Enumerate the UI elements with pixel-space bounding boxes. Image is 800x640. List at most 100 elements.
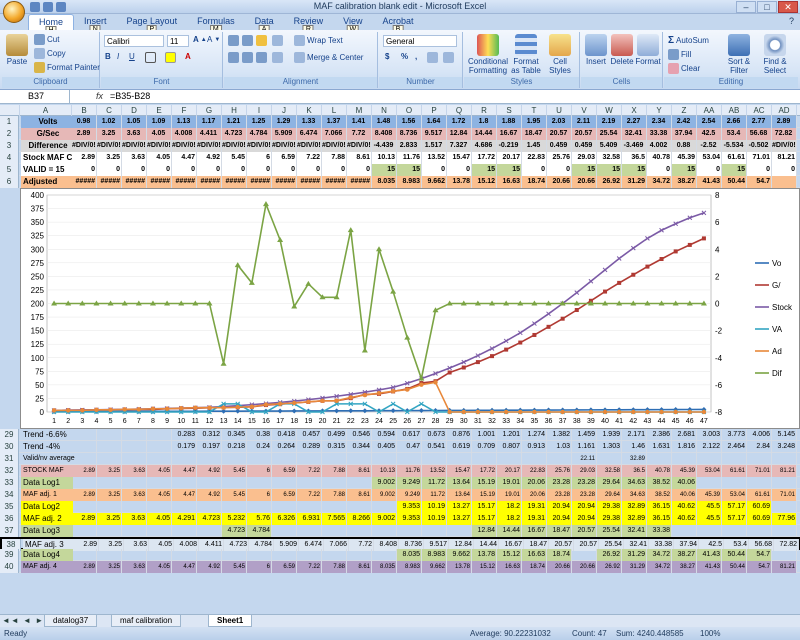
cell[interactable] [147,501,172,513]
row-number[interactable]: 5 [0,164,19,176]
cell[interactable] [422,525,447,537]
row-label-cell[interactable]: Trend -4% [21,441,73,453]
column-header[interactable]: N [372,105,397,116]
cell[interactable] [672,525,697,537]
cell[interactable] [72,501,97,513]
column-header[interactable]: Q [447,105,472,116]
cell[interactable]: 54.7 [747,561,772,573]
column-header[interactable]: S [497,105,522,116]
cell[interactable]: 0.24 [247,441,272,453]
cell[interactable]: 4.92 [197,465,222,477]
orientation-button[interactable] [272,35,283,46]
cell[interactable]: 3.25 [97,128,122,140]
row-number[interactable]: 39 [0,549,19,561]
cell[interactable] [147,429,172,441]
cell[interactable]: 14.44 [497,525,522,537]
cell[interactable]: 0.673 [422,429,447,441]
cell[interactable]: 0 [422,164,447,176]
cell[interactable]: 4.47 [172,152,197,164]
cell[interactable]: 29.64 [597,489,622,501]
sheet-tab[interactable]: Sheet1 [208,615,253,627]
cell[interactable] [72,477,97,489]
cell[interactable]: 0 [322,164,347,176]
cell[interactable]: 40.06 [672,477,697,489]
cell[interactable]: 1.8 [472,116,497,128]
cell[interactable] [72,453,97,465]
cell[interactable]: 13.27 [447,501,472,513]
paste-button[interactable]: Paste [4,34,30,66]
cell[interactable]: 1.46 [622,441,647,453]
cell[interactable]: 0.541 [422,441,447,453]
cell[interactable]: 8.983 [397,561,422,573]
cell[interactable]: 16.63 [497,176,522,188]
column-header[interactable]: W [597,105,622,116]
indent-button[interactable] [272,52,283,63]
cell[interactable] [172,501,197,513]
cell[interactable]: 20.57 [572,525,597,537]
cell[interactable]: 15.17 [472,501,497,513]
cell[interactable]: 50.44 [722,561,747,573]
cell[interactable]: 13.78 [472,549,497,561]
sheet-row[interactable]: 1 Volts 0.98 1.02 1.05 1.09 1.13 1.17 1.21 1.25 1.… [0,116,800,128]
cell[interactable] [172,525,197,537]
cell[interactable] [222,501,247,513]
cell[interactable]: 6.474 [297,128,322,140]
cell[interactable]: 3.63 [122,152,147,164]
cell[interactable]: 2.66 [722,116,747,128]
cell[interactable]: 13.78 [447,561,472,573]
cell[interactable] [447,525,472,537]
cell[interactable]: 42.5 [697,128,722,140]
cell[interactable]: 20.57 [547,128,572,140]
cell[interactable]: 17.72 [472,152,497,164]
cell[interactable]: 1.37 [322,116,347,128]
tab-review[interactable]: ReviewR [284,14,334,35]
cell[interactable] [197,453,222,465]
cell[interactable] [97,525,122,537]
cell[interactable]: 9.002 [372,489,397,501]
cell[interactable]: 2.34 [647,116,672,128]
font-size-box[interactable]: 11 [167,35,189,47]
cell[interactable]: 1.48 [372,116,397,128]
cell[interactable] [322,453,347,465]
cell[interactable] [97,549,122,561]
column-header[interactable]: B [72,105,97,116]
sort-filter-button[interactable]: Sort & Filter [722,34,756,75]
cell[interactable]: 20.06 [522,477,547,489]
row-label-cell[interactable]: Data Log3 [21,525,73,537]
cell[interactable]: 6.326 [272,513,297,525]
cell[interactable]: #DIV/0! [272,140,297,152]
cell[interactable]: 53.04 [697,465,722,477]
cell[interactable] [147,453,172,465]
cell[interactable]: 1.56 [397,116,422,128]
cell[interactable] [272,525,297,537]
cell[interactable] [322,477,347,489]
cell[interactable]: 72.82 [772,128,797,140]
cell[interactable]: 2.89 [72,128,97,140]
cell[interactable]: 3.63 [122,489,147,501]
cell[interactable] [772,477,797,489]
cell[interactable]: 15 [497,164,522,176]
cell[interactable]: 3.63 [122,128,147,140]
cell[interactable]: 1.03 [547,441,572,453]
cell[interactable]: ##### [322,176,347,188]
cell[interactable]: 25.76 [547,465,572,477]
cell[interactable]: 1.29 [272,116,297,128]
cell[interactable]: 25.76 [547,152,572,164]
cell[interactable]: 45.5 [697,501,722,513]
cell[interactable]: 7.88 [322,489,347,501]
cell[interactable]: 4.411 [197,128,222,140]
row-label-cell[interactable]: Adjusted [21,176,73,188]
row-number[interactable]: 29 [0,429,19,441]
cell[interactable]: 9.249 [397,489,422,501]
cell[interactable]: 20.94 [572,513,597,525]
tab-home[interactable]: HomeH [28,14,75,36]
cell[interactable]: 4.47 [172,489,197,501]
cell[interactable]: 16.67 [497,128,522,140]
cell[interactable]: 32.58 [597,152,622,164]
cell[interactable]: #DIV/0! [222,140,247,152]
cell[interactable]: 1.939 [597,429,622,441]
cell[interactable]: 7.22 [297,465,322,477]
cell[interactable]: 15.47 [447,152,472,164]
cell[interactable]: 1.201 [497,429,522,441]
cell[interactable] [197,549,222,561]
